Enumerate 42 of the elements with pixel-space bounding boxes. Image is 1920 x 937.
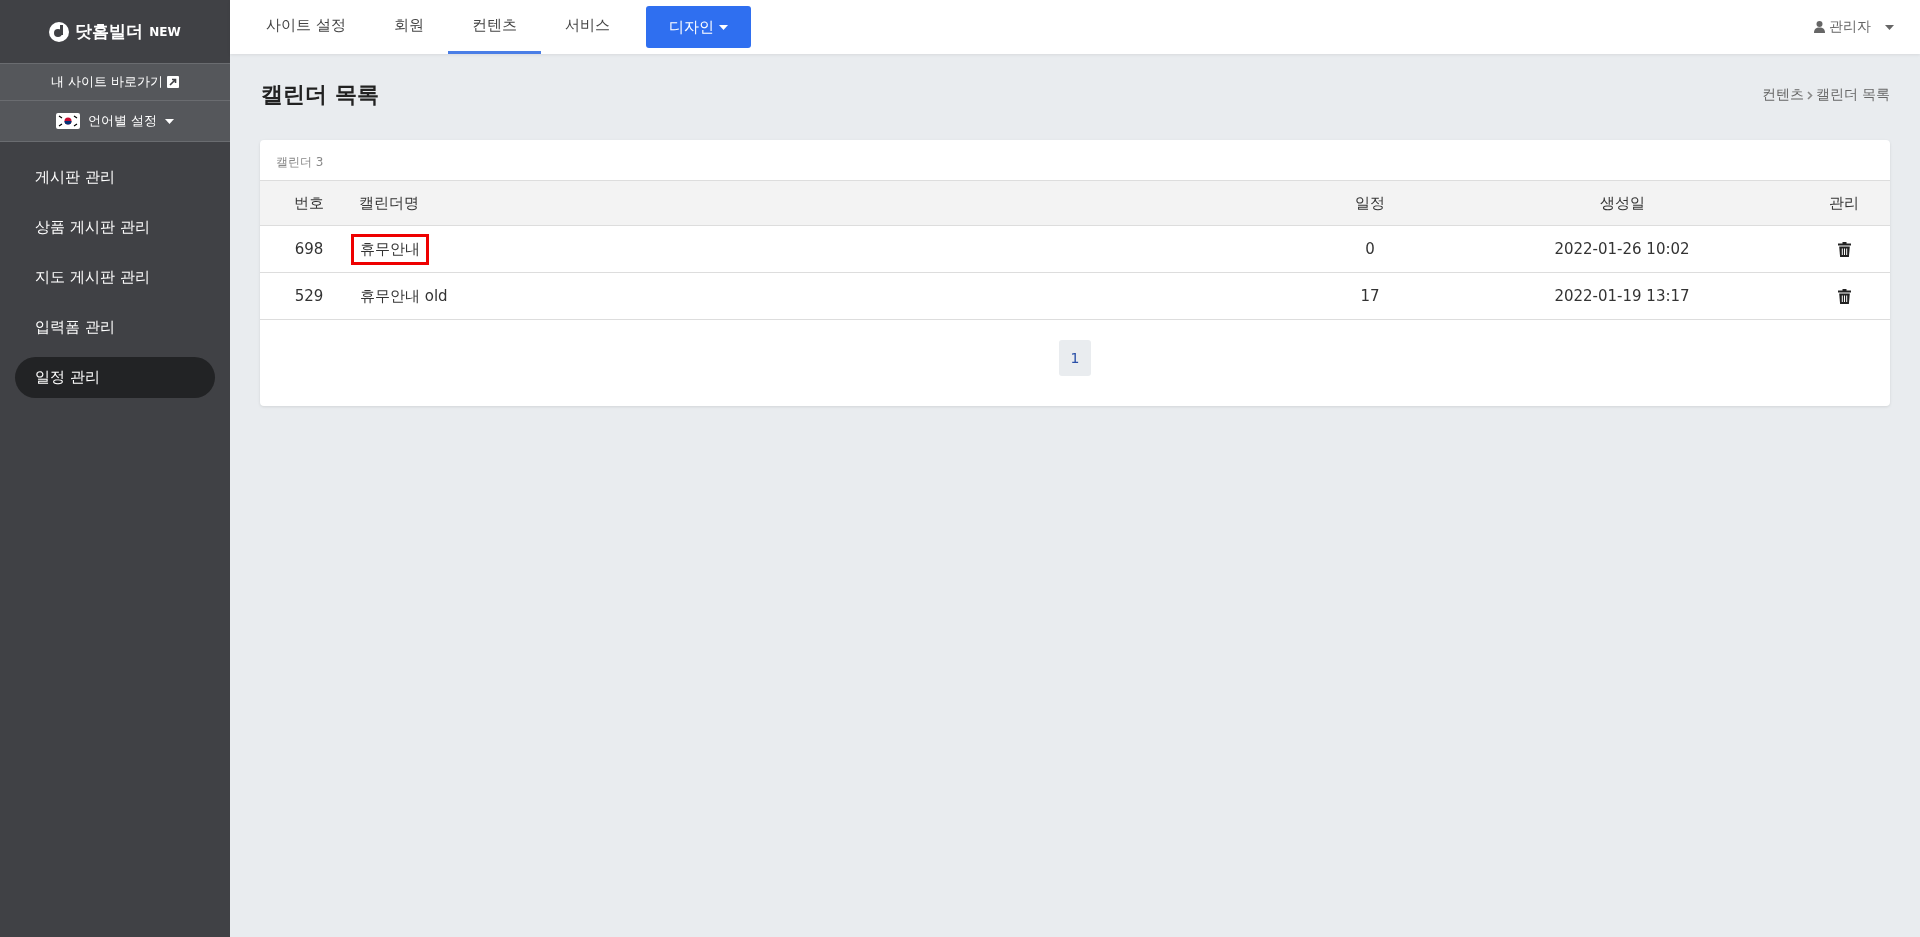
table-cell: 2022-01-19 13:17 xyxy=(1446,272,1798,320)
nav-tab[interactable]: 회원 xyxy=(369,0,448,54)
column-header: 일정 xyxy=(1294,180,1446,226)
nav-tab[interactable]: 사이트 설정 xyxy=(242,0,370,54)
trash-icon[interactable] xyxy=(1837,242,1851,257)
user-icon xyxy=(1814,21,1825,33)
sidebar-item[interactable]: 일정 관리 xyxy=(15,357,215,398)
chevron-right-icon xyxy=(1806,90,1813,100)
calendar-name-link[interactable]: 휴무안내 xyxy=(351,233,429,265)
list-caption: 캘린더 3 xyxy=(275,154,325,171)
breadcrumb-item: 캘린더 목록 xyxy=(1815,86,1890,104)
logo-text: 닷홈빌더 xyxy=(75,20,144,43)
caret-icon xyxy=(165,118,175,124)
site-link[interactable]: 내 사이트 바로가기 xyxy=(0,63,230,101)
nav-tab[interactable]: 서비스 xyxy=(540,0,634,54)
table-cell: 2022-01-26 10:02 xyxy=(1446,225,1798,273)
caret-icon xyxy=(1885,24,1894,30)
design-dropdown[interactable]: 디자인 xyxy=(645,6,751,48)
flag-icon xyxy=(55,113,80,129)
trash-icon[interactable] xyxy=(1837,289,1851,304)
sidebar-item[interactable]: 입력폼 관리 xyxy=(15,307,215,348)
sidebar-item[interactable]: 상품 게시판 관리 xyxy=(15,207,215,248)
language-dropdown[interactable]: 언어별 설정 xyxy=(0,101,230,142)
external-link-icon xyxy=(167,76,180,88)
table-cell: 698 xyxy=(260,225,358,273)
table-cell: 529 xyxy=(260,272,358,320)
caret-icon xyxy=(718,24,728,30)
page-title: 캘린더 목록 xyxy=(261,81,379,109)
sidebar-item[interactable]: 지도 게시판 관리 xyxy=(15,257,215,298)
page-link[interactable]: 1 xyxy=(1059,340,1091,376)
logo-icon xyxy=(49,21,70,42)
column-header: 관리 xyxy=(1798,180,1890,226)
nav-tab[interactable]: 컨텐츠 xyxy=(447,0,541,54)
breadcrumb-item[interactable]: 컨텐츠 xyxy=(1761,86,1804,104)
logo-suffix-text: NEW xyxy=(149,24,181,39)
column-header: 생성일 xyxy=(1446,180,1798,226)
sidebar-item[interactable]: 게시판 관리 xyxy=(15,157,215,198)
table-cell: 0 xyxy=(1294,225,1446,273)
column-header: 번호 xyxy=(260,180,358,226)
column-header: 캘린더명 xyxy=(358,180,1294,226)
user-menu[interactable]: 관리자 xyxy=(1808,17,1900,37)
table-cell: 17 xyxy=(1294,272,1446,320)
